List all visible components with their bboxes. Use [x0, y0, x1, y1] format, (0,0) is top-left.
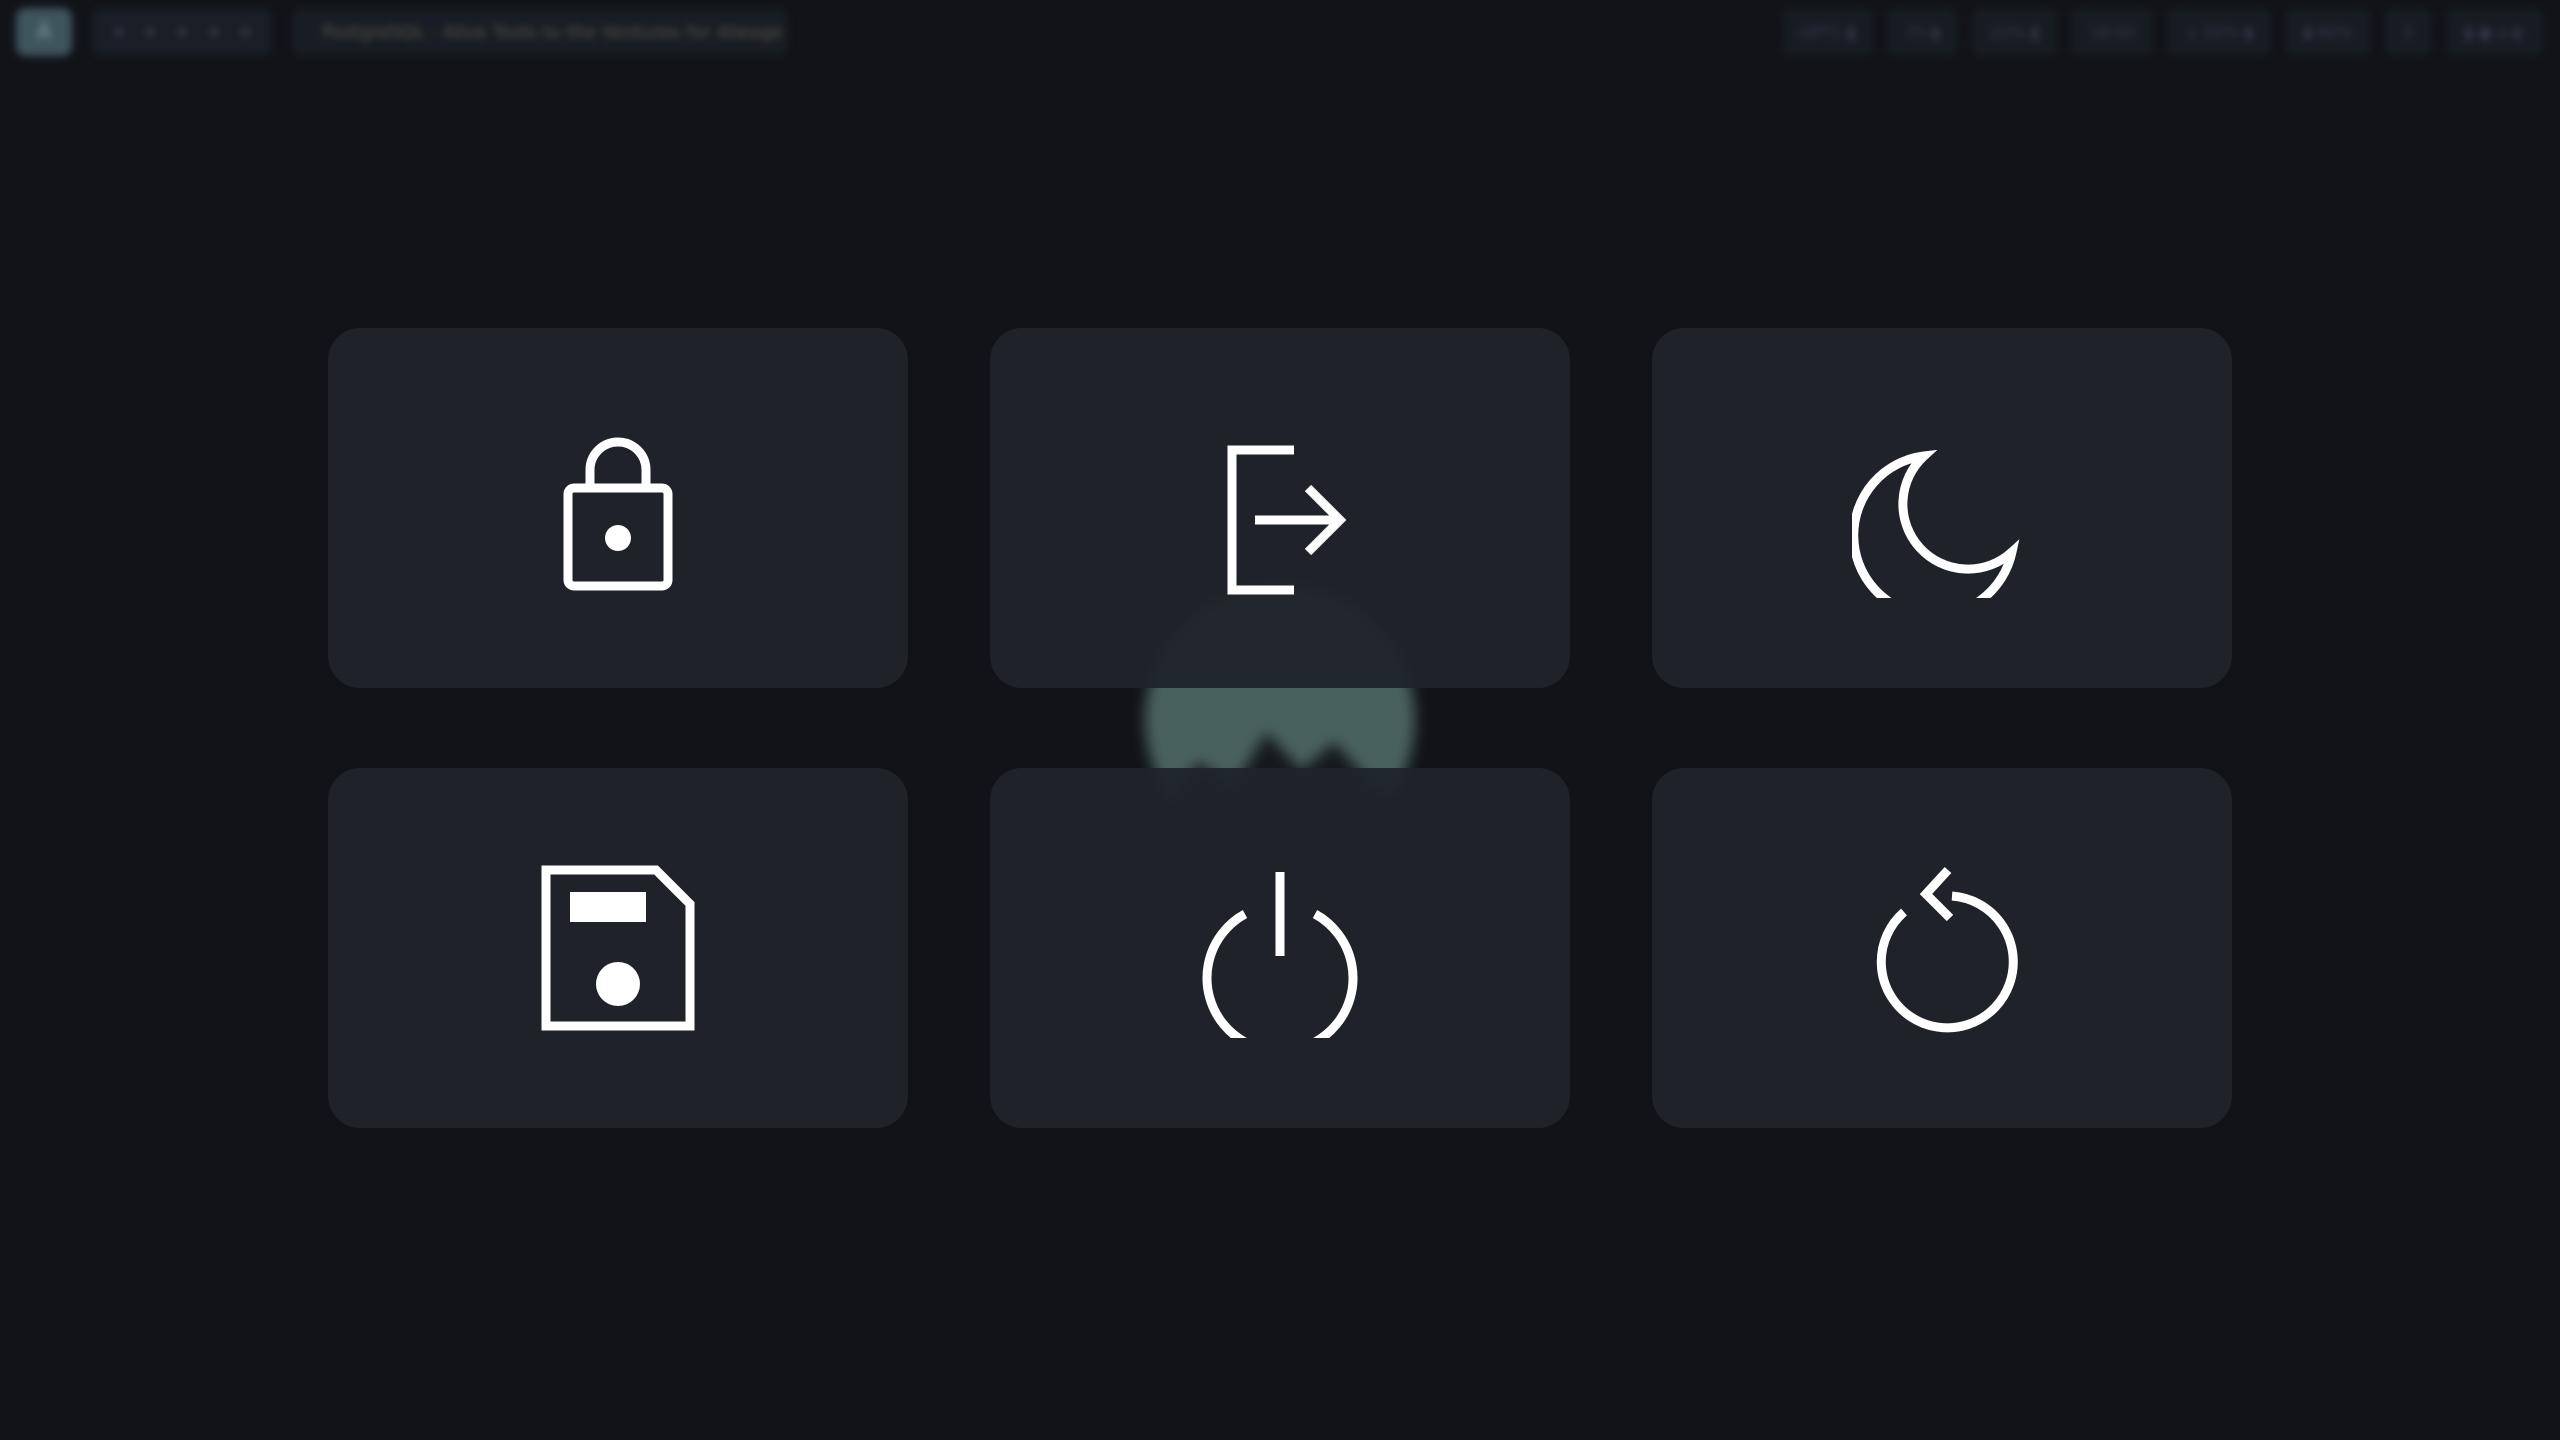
moon-icon — [1852, 449, 2020, 598]
reboot-button[interactable] — [1652, 768, 2232, 1128]
launcher-logo-glyph: A — [36, 19, 52, 45]
launcher-logo-icon: A — [16, 8, 72, 56]
logout-button[interactable] — [990, 328, 1570, 688]
shutdown-button[interactable] — [990, 768, 1570, 1128]
status-chip: 22% ▮ — [1971, 8, 2058, 56]
workspace-dot — [208, 27, 219, 37]
active-window-title-text: PostgreSQL - Alive Tools to the Ventures… — [322, 21, 788, 43]
floppy-disk-icon — [541, 865, 695, 1031]
workspace-dot — [145, 27, 156, 37]
workspace-indicator — [92, 8, 272, 56]
status-chip: GPT1 ▮ — [1781, 8, 1874, 56]
suspend-button[interactable] — [1652, 328, 2232, 688]
reboot-icon — [1876, 866, 2018, 1033]
status-chip: 75 ▮ — [1887, 8, 1958, 56]
clock-chip: 18:00 — [2071, 8, 2154, 56]
power-menu-grid — [328, 328, 2232, 1128]
workspace-dot — [240, 27, 251, 37]
background-top-bar: A PostgreSQL - Alive Tools to the Ventur… — [0, 0, 2560, 62]
tray-chip: ▮ ● ⌀ ◐ — [2446, 8, 2544, 56]
search-chip: ⚲ — [2384, 8, 2433, 56]
status-area: GPT1 ▮ 75 ▮ 22% ▮ 18:00 ↓ 50% ▮ ▮ 80% ⚲ … — [1781, 8, 2544, 56]
hibernate-button[interactable] — [328, 768, 908, 1128]
battery-chip: ▮ 80% — [2285, 8, 2371, 56]
active-window-title: PostgreSQL - Alive Tools to the Ventures… — [292, 8, 788, 56]
workspace-dot — [176, 27, 187, 37]
workspace-dot — [113, 27, 124, 37]
power-icon — [1202, 872, 1358, 1038]
power-menu-screen: A PostgreSQL - Alive Tools to the Ventur… — [0, 0, 2560, 1440]
lock-icon — [563, 437, 673, 591]
lock-button[interactable] — [328, 328, 908, 688]
status-chip: ↓ 50% ▮ — [2167, 8, 2272, 56]
logout-icon — [1227, 445, 1347, 595]
